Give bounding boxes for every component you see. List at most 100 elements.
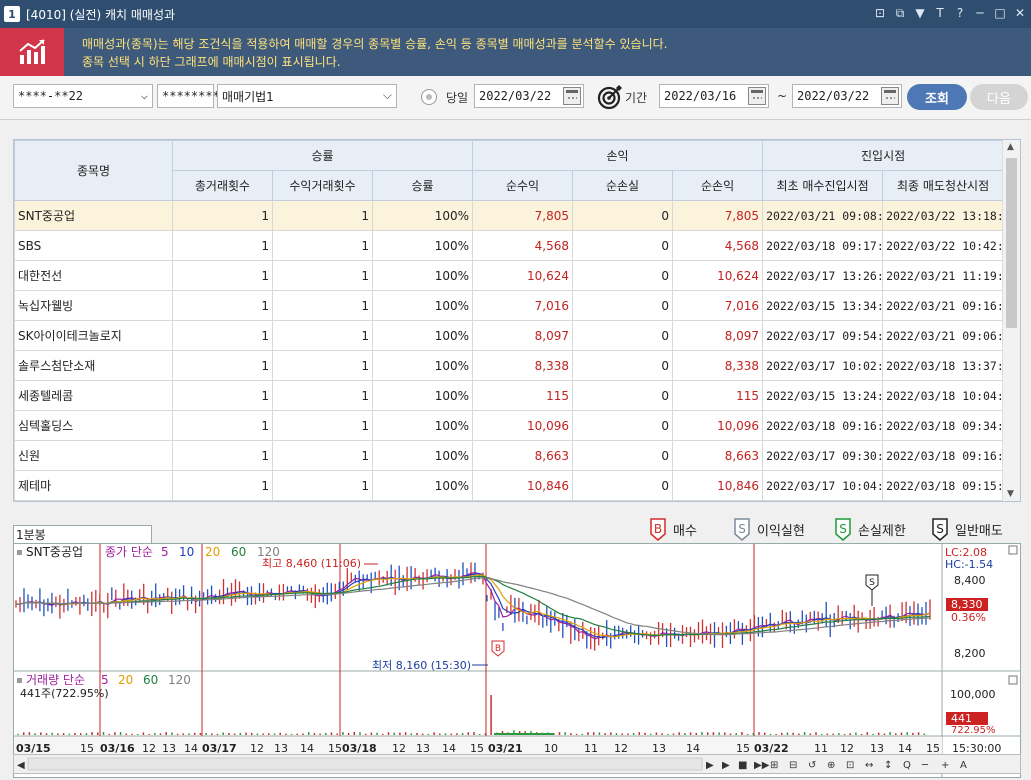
current-volume-pct: 722.95% — [951, 725, 996, 736]
chart-control-1[interactable]: ▶ — [722, 760, 730, 771]
chart-control-4[interactable]: ⊞ — [770, 760, 778, 771]
cell-last-exit: 2022/03/21 09:06:39 — [882, 320, 1005, 351]
calendar-icon[interactable] — [563, 87, 581, 105]
chart-control-11[interactable]: Q — [903, 760, 911, 771]
tab-1-minute[interactable]: 1분봉 — [13, 525, 152, 543]
table-scrollbar[interactable]: ▲ ▼ — [1002, 140, 1020, 501]
price-chart[interactable]: SNT중공업 종가 단순 5 10 20 60 120 최고 8,460 (11:06) 최저 … — [13, 543, 1021, 778]
chart-control-7[interactable]: ⊕ — [827, 760, 835, 771]
chart-control-13[interactable]: + — [941, 760, 949, 771]
table-row[interactable]: 대한전선 1 1 100% 10,624 0 10,624 2022/03/17 13:26:… — [14, 260, 1005, 291]
cell-gain: 10,846 — [472, 470, 574, 501]
cell-name: 대한전선 — [14, 260, 173, 291]
table-row[interactable]: 신원11100%8,66308,6632022/03/17 09:30:4420… — [14, 440, 1005, 471]
account-value: ****-**22 — [18, 89, 84, 103]
calendar-icon[interactable] — [748, 87, 766, 105]
cell-gain: 7,016 — [472, 290, 574, 321]
cell-first-entry: 2022/03/17 09:30:44 — [762, 440, 884, 471]
price-tick: 8,400 — [954, 574, 986, 587]
chevron-down-icon: ⌵ — [382, 88, 392, 102]
cell-name: 심텍홀딩스 — [14, 410, 173, 441]
table-row[interactable]: SK아이이테크놀로지 1 1 100% 8,097 0 8,097 2022/03/17 09… — [14, 320, 1005, 351]
scroll-up-icon[interactable]: ▲ — [1007, 142, 1014, 152]
today-date-input[interactable]: 2022/03/22 — [474, 84, 584, 108]
chart-control-14[interactable]: A — [960, 760, 967, 771]
header-win-rate[interactable]: 승률 — [371, 170, 474, 201]
table-row[interactable]: 세종텔레콤11100%11501152022/03/15 13:24:32202… — [14, 380, 1005, 411]
header-total-trades[interactable]: 총거래횟수 — [172, 170, 273, 201]
chart-control-3[interactable]: ▶▶ — [754, 760, 770, 771]
start-date-input[interactable]: 2022/03/16 — [659, 84, 769, 108]
table-row[interactable]: 솔루스첨단소재 1 1 100% 8,338 0 8,338 2022/03/17 10:02… — [14, 350, 1005, 381]
cell-net: 10,096 — [672, 410, 764, 441]
scroll-thumb[interactable] — [1006, 158, 1017, 328]
results-table: 종목명 승률 손익 진입시점 총거래횟수 수익거래횟수 승률 순수익 순손실 순… — [13, 139, 1021, 502]
chart-control-5[interactable]: ⊟ — [789, 760, 797, 771]
target-icon[interactable] — [597, 84, 623, 110]
header-name[interactable]: 종목명 — [14, 140, 173, 201]
header-profit-trades[interactable]: 수익거래횟수 — [272, 170, 373, 201]
header-first-entry[interactable]: 최초 매수진입시점 — [762, 170, 884, 201]
end-date-input[interactable]: 2022/03/22 — [792, 84, 902, 108]
window-control-6[interactable]: □ — [993, 5, 1007, 21]
table-row[interactable]: SBS11100%4,56804,5682022/03/18 09:17:502… — [14, 230, 1005, 261]
cell-profit: 1 — [272, 230, 373, 261]
chart-canvas[interactable]: SNT중공업 종가 단순 5 10 20 60 120 최고 8,460 (11:06) 최저 … — [14, 544, 1020, 777]
cell-net: 8,663 — [672, 440, 764, 471]
cell-last-exit: 2022/03/18 09:16:08 — [882, 440, 1005, 471]
chart-control-10[interactable]: ↕ — [884, 760, 892, 771]
cell-gain: 10,096 — [472, 410, 574, 441]
cell-last-exit: 2022/03/18 09:34:43 — [882, 410, 1005, 441]
window-control-2[interactable]: ▼ — [913, 5, 927, 21]
current-pct: 0.36% — [951, 611, 986, 624]
chart-control-0[interactable]: ▶ — [706, 760, 714, 771]
header-last-exit[interactable]: 최종 매도청산시점 — [882, 170, 1005, 201]
cell-first-entry: 2022/03/17 09:54:38 — [762, 320, 884, 351]
window-control-3[interactable]: T — [933, 5, 947, 21]
scroll-down-icon[interactable]: ▼ — [1007, 489, 1014, 499]
window-controls: ⊡ ⧉ ▼ T? ─ □ ✕ — [873, 5, 1027, 21]
table-row[interactable]: 제테마 1 1 100% 10,846 0 10,846 2022/03/17 10:04: 2… — [14, 470, 1005, 501]
cell-name: SNT중공업 — [14, 200, 173, 231]
password-field[interactable]: ******** — [157, 84, 220, 108]
header-net-pnl[interactable]: 순손익 — [672, 170, 764, 201]
method-select[interactable]: 매매기법1 ⌵ — [217, 84, 397, 108]
cell-last-exit: 2022/03/18 13:37:05 — [882, 350, 1005, 381]
chevron-down-icon: ⌵ — [140, 88, 148, 102]
calendar-icon[interactable] — [881, 87, 899, 105]
account-select[interactable]: ****-**22 ⌵ — [13, 84, 153, 108]
cell-rate: 100% — [371, 290, 474, 321]
cell-total: 1 — [172, 440, 273, 471]
cell-name: SK아이이테크놀로지 — [14, 320, 173, 351]
window-control-5[interactable]: ─ — [973, 5, 987, 21]
table-row[interactable]: 심텍홀딩스 1 1 100% 10,096 0 10,096 2022/03/18 09:16… — [14, 410, 1005, 441]
window-control-7[interactable]: ✕ — [1013, 5, 1027, 21]
horizontal-scroll-track[interactable] — [27, 757, 703, 771]
chart-control-9[interactable]: ↔ — [865, 760, 873, 771]
cell-total: 1 — [172, 200, 273, 231]
header-net-gain[interactable]: 순수익 — [472, 170, 574, 201]
cell-gain: 115 — [472, 380, 574, 411]
legend-item: S 이익실현 — [733, 514, 805, 544]
chart-control-12[interactable]: ─ — [921, 760, 929, 771]
cell-profit: 1 — [272, 200, 373, 231]
cell-first-entry: 2022/03/18 09:17:50 — [762, 230, 884, 261]
chart-control-8[interactable]: ⊡ — [846, 760, 854, 771]
cell-loss: 0 — [572, 320, 674, 351]
window-control-0[interactable]: ⊡ — [873, 5, 887, 21]
query-button[interactable]: 조회 — [907, 84, 967, 110]
chart-control-6[interactable]: ↺ — [808, 760, 816, 771]
pane-marker-icon — [17, 550, 22, 555]
next-button[interactable]: 다음 — [970, 84, 1028, 110]
table-row[interactable]: 녹십자웰빙11100%7,01607,0162022/03/15 13:34:1… — [14, 290, 1005, 321]
cell-last-exit: 2022/03/21 09:16:17 — [882, 290, 1005, 321]
header-pnl-group: 손익 — [472, 140, 764, 171]
chart-control-2[interactable]: ■ — [738, 760, 747, 771]
window-control-4[interactable]: ? — [953, 5, 967, 21]
window-control-1[interactable]: ⧉ — [893, 5, 907, 21]
table-row[interactable]: SNT중공업 1 1 100% 7,805 0 7,805 2022/03/21 09:08:… — [14, 200, 1005, 231]
today-radio[interactable] — [421, 89, 437, 105]
header-net-loss[interactable]: 순손실 — [572, 170, 674, 201]
cell-net: 7,805 — [672, 200, 764, 231]
scroll-left-icon[interactable]: ◀ — [17, 760, 25, 771]
